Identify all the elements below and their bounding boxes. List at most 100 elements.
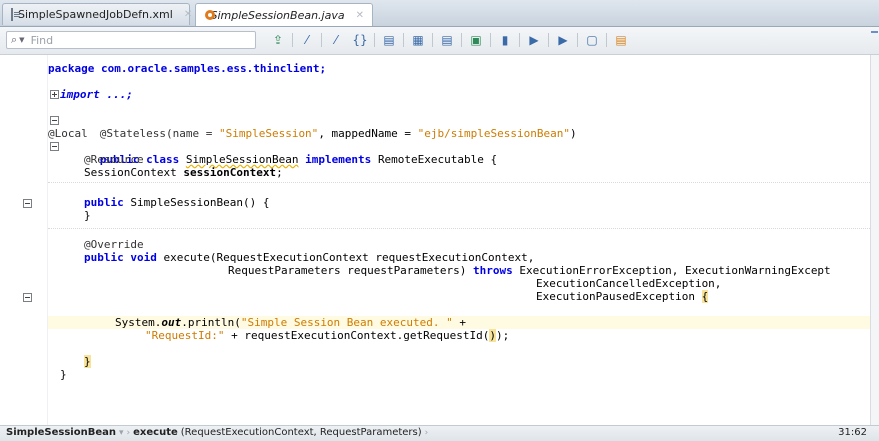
code-editor[interactable]: package com.oracle.samples.ess.thinclien…: [0, 55, 870, 425]
collapse-fold-icon[interactable]: [50, 142, 59, 151]
code-line: ExecutionCancelledException,: [0, 277, 870, 290]
search-icon[interactable]: ⌕: [7, 33, 19, 47]
method-divider: [48, 182, 870, 183]
collapse-fold-icon[interactable]: [50, 116, 59, 125]
toolbar-separator: [461, 33, 462, 47]
code-text: SimpleSessionBean() {: [130, 196, 270, 209]
find-box[interactable]: ⌕ ▼: [6, 31, 256, 49]
cursor-position: 31:62: [838, 427, 867, 438]
refactor-icon[interactable]: ▤: [612, 31, 630, 49]
tab-simple-session-bean[interactable]: SimpleSessionBean.java ✕: [195, 3, 373, 26]
code-text: +: [452, 316, 467, 329]
vertical-scrollbar[interactable]: [870, 55, 879, 425]
chevron-right-icon: ›: [126, 427, 131, 438]
toolbar-separator: [374, 33, 375, 47]
compare-icon[interactable]: ▣: [467, 31, 485, 49]
code-line: SessionContext sessionContext;: [0, 166, 870, 179]
toolbar-separator: [548, 33, 549, 47]
code-line: import ...;: [0, 88, 870, 101]
close-tab-icon[interactable]: ✕: [184, 9, 192, 20]
find-input[interactable]: [28, 32, 233, 48]
method-divider: [48, 228, 870, 229]
code-text: RequestParameters requestParameters): [228, 264, 467, 277]
code-text: ExecutionErrorException, ExecutionWarnin…: [519, 264, 831, 277]
collapse-fold-icon[interactable]: [23, 293, 32, 302]
code-text: .println(: [181, 316, 241, 329]
previous-bookmark-icon[interactable]: ▶: [525, 31, 543, 49]
toolbar-separator: [321, 33, 322, 47]
code-line: public SimpleSessionBean() {: [0, 196, 870, 209]
string-literal: "Simple Session Bean executed. ": [240, 316, 453, 329]
xml-file-icon: [11, 8, 20, 21]
breadcrumb-method-params[interactable]: (RequestExecutionContext, RequestParamet…: [181, 427, 422, 438]
code-text: System.: [115, 316, 162, 329]
keyword: throws: [473, 264, 513, 277]
code-line: RequestParameters requestParameters) thr…: [0, 264, 870, 277]
code-line: public void execute(RequestExecutionCont…: [0, 251, 870, 264]
java-class-icon: [204, 8, 213, 22]
breadcrumb-class[interactable]: SimpleSessionBean: [6, 427, 116, 438]
code-line: @Local: [0, 127, 870, 140]
matched-bracket: }: [84, 355, 91, 368]
code-text: ExecutionPausedException: [536, 290, 702, 303]
chevron-down-icon[interactable]: ▼: [19, 36, 28, 44]
toggle-comment-icon[interactable]: ▤: [380, 31, 398, 49]
code-text: ExecutionCancelledException,: [536, 277, 722, 290]
code-text: }: [60, 368, 67, 381]
tab-label: SimpleSessionBean.java: [210, 8, 345, 22]
code-line: public class SimpleSessionBean implement…: [0, 140, 870, 166]
clear-bookmarks-icon[interactable]: ▶: [554, 31, 572, 49]
expand-fold-icon[interactable]: [50, 90, 59, 99]
unindent-icon[interactable]: ▤: [438, 31, 456, 49]
code-line: }: [0, 209, 870, 222]
editor-toolbar: ⌕ ▼ ⇪ ⁄ ⁄ {} ▤ ▦ ▤ ▣ ▮ ▶ ▶ ▢ ▤: [0, 27, 879, 55]
toolbar-separator: [432, 33, 433, 47]
string-literal: "RequestId:": [145, 329, 225, 342]
annotation-text: @Resource: [84, 153, 144, 166]
collapse-fold-icon[interactable]: [23, 199, 32, 208]
chevron-down-icon[interactable]: ▾: [119, 428, 124, 438]
breadcrumb: SimpleSessionBean ▾ › execute (RequestExe…: [6, 427, 428, 438]
code-text: ;: [276, 166, 283, 179]
annotation-text: @Override: [84, 238, 144, 251]
toolbar-separator: [519, 33, 520, 47]
code-line: @Resource: [0, 153, 870, 166]
next-bookmark-icon[interactable]: ▮: [496, 31, 514, 49]
run-to-cursor-icon[interactable]: ▢: [583, 31, 601, 49]
editor-tab-bar: SimpleSpawnedJobDefn.xml ✕ SimpleSession…: [0, 0, 879, 27]
keyword: public void: [84, 251, 157, 264]
static-field: out: [161, 316, 182, 329]
matched-bracket: {: [701, 290, 709, 303]
chevron-right-icon: ›: [424, 427, 429, 438]
tab-label: SimpleSpawnedJobDefn.xml: [18, 8, 173, 21]
code-line: }: [0, 368, 870, 381]
package-statement: package com.oracle.samples.ess.thinclien…: [48, 62, 327, 75]
keyword: public: [84, 196, 124, 209]
toolbar-separator: [490, 33, 491, 47]
toolbar-actions: ⇪ ⁄ ⁄ {} ▤ ▦ ▤ ▣ ▮ ▶ ▶ ▢ ▤: [266, 31, 633, 49]
find-next-icon[interactable]: ⁄: [327, 31, 345, 49]
annotation-text: @Local: [48, 127, 88, 140]
code-line: }: [0, 355, 870, 368]
code-line: @Override: [0, 238, 870, 251]
breadcrumb-method[interactable]: execute: [133, 427, 178, 438]
editor-status-bar: SimpleSessionBean ▾ › execute (RequestExe…: [0, 425, 879, 441]
code-text: );: [496, 329, 510, 342]
close-tab-icon[interactable]: ✕: [356, 10, 364, 21]
code-line-current: System.out.println("Simple Session Bean …: [0, 316, 870, 329]
import-statement: import ...;: [60, 88, 133, 101]
code-text: + requestExecutionContext.getRequestId(: [224, 329, 490, 342]
toolbar-separator: [606, 33, 607, 47]
code-text: SessionContext: [84, 166, 184, 179]
code-line: ExecutionPausedException {: [0, 290, 870, 303]
code-text: }: [84, 209, 91, 222]
field-name: sessionContext: [183, 166, 277, 179]
bracket-match-icon[interactable]: {}: [351, 31, 369, 49]
code-line: @Stateless(name = "SimpleSession", mappe…: [0, 114, 870, 140]
indent-icon[interactable]: ▦: [409, 31, 427, 49]
find-previous-icon[interactable]: ⁄: [298, 31, 316, 49]
code-line: "RequestId:" + requestExecutionContext.g…: [0, 329, 870, 342]
toggle-bookmark-icon[interactable]: ⇪: [269, 31, 287, 49]
tab-simple-spawned-job-defn[interactable]: SimpleSpawnedJobDefn.xml ✕: [2, 3, 192, 25]
scroll-marker: [871, 31, 878, 33]
